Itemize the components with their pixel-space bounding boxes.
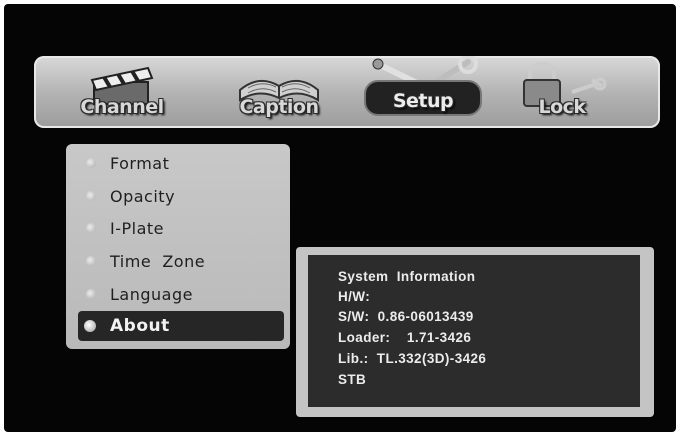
hardware-version: H/W:	[338, 289, 371, 304]
bullet-icon	[86, 256, 96, 266]
bullet-icon	[86, 191, 96, 201]
library-version: Lib.: TL.332(3D)-3426	[338, 351, 487, 366]
tv-screen: Channel Caption Setup Lock Format Opacit…	[4, 4, 676, 432]
bullet-icon	[86, 158, 96, 168]
menu-item-label: About	[110, 316, 170, 336]
bullet-icon	[86, 289, 96, 299]
menu-item-label: Language	[110, 284, 193, 304]
loader-version: Loader: 1.71-3426	[338, 330, 472, 345]
tab-lock-label: Lock	[538, 96, 586, 118]
menu-item-about[interactable]: About	[78, 311, 284, 341]
menu-item-label: Time Zone	[110, 251, 206, 271]
top-tab-bar: Channel Caption Setup Lock	[34, 56, 660, 128]
tab-caption[interactable]: Caption	[224, 70, 334, 118]
stb-label: STB	[338, 372, 367, 387]
menu-item-format[interactable]: Format	[80, 149, 280, 177]
menu-item-label: Format	[110, 153, 170, 173]
bullet-icon	[86, 223, 96, 233]
system-info-panel: System Information H/W: S/W: 0.86-060134…	[296, 247, 654, 417]
menu-item-time-zone[interactable]: Time Zone	[80, 247, 280, 275]
tab-channel[interactable]: Channel	[74, 66, 170, 118]
tab-lock[interactable]: Lock	[512, 62, 612, 118]
menu-item-opacity[interactable]: Opacity	[80, 182, 280, 210]
software-version: S/W: 0.86-06013439	[338, 309, 474, 324]
menu-item-i-plate[interactable]: I-Plate	[80, 214, 280, 242]
tab-setup[interactable]: Setup	[364, 56, 482, 118]
tab-caption-label: Caption	[239, 96, 319, 118]
setup-menu: Format Opacity I-Plate Time Zone Languag…	[66, 144, 290, 349]
menu-item-label: Opacity	[110, 186, 176, 206]
menu-item-language[interactable]: Language	[80, 280, 280, 308]
system-info-body: System Information H/W: S/W: 0.86-060134…	[308, 255, 640, 407]
bullet-icon	[84, 320, 96, 332]
tab-channel-label: Channel	[80, 96, 164, 118]
system-info-title: System Information	[338, 269, 476, 284]
tab-setup-label: Setup	[392, 90, 454, 112]
menu-item-label: I-Plate	[110, 218, 165, 238]
